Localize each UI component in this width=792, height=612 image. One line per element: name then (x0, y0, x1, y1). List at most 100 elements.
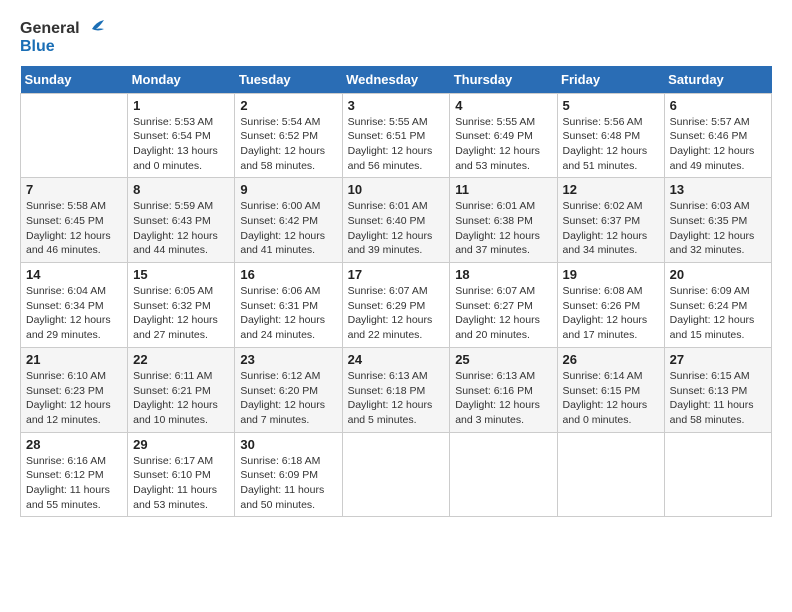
calendar-week-1: 1Sunrise: 5:53 AM Sunset: 6:54 PM Daylig… (21, 93, 772, 178)
calendar-cell (664, 432, 771, 517)
day-info: Sunrise: 6:12 AM Sunset: 6:20 PM Dayligh… (240, 369, 336, 428)
calendar-cell: 24Sunrise: 6:13 AM Sunset: 6:18 PM Dayli… (342, 347, 450, 432)
day-info: Sunrise: 6:17 AM Sunset: 6:10 PM Dayligh… (133, 454, 229, 513)
day-info: Sunrise: 6:07 AM Sunset: 6:27 PM Dayligh… (455, 284, 551, 343)
calendar-cell: 1Sunrise: 5:53 AM Sunset: 6:54 PM Daylig… (128, 93, 235, 178)
logo-text-general: General (20, 20, 80, 38)
day-number: 3 (348, 98, 445, 113)
day-info: Sunrise: 6:13 AM Sunset: 6:16 PM Dayligh… (455, 369, 551, 428)
day-info: Sunrise: 6:06 AM Sunset: 6:31 PM Dayligh… (240, 284, 336, 343)
day-number: 1 (133, 98, 229, 113)
calendar-cell: 23 Sunrise: 6:12 AM Sunset: 6:20 PM Dayli… (235, 347, 342, 432)
day-info: Sunrise: 6:02 AM Sunset: 6:37 PM Dayligh… (563, 199, 659, 258)
calendar-cell: 9Sunrise: 6:00 AM Sunset: 6:42 PM Daylig… (235, 178, 342, 263)
day-info: Sunrise: 6:15 AM Sunset: 6:13 PM Dayligh… (670, 369, 766, 428)
calendar-cell: 11Sunrise: 6:01 AM Sunset: 6:38 PM Dayli… (450, 178, 557, 263)
column-header-friday: Friday (557, 66, 664, 94)
day-number: 20 (670, 267, 766, 282)
day-info: Sunrise: 6:01 AM Sunset: 6:40 PM Dayligh… (348, 199, 445, 258)
day-info: Sunrise: 6:14 AM Sunset: 6:15 PM Dayligh… (563, 369, 659, 428)
calendar-cell (557, 432, 664, 517)
day-number: 7 (26, 182, 122, 197)
calendar-cell: 19 Sunrise: 6:08 AM Sunset: 6:26 PM Dayli… (557, 263, 664, 348)
calendar-cell: 4 Sunrise: 5:55 AM Sunset: 6:49 PM Daylig… (450, 93, 557, 178)
day-number: 17 (348, 267, 445, 282)
day-number: 4 (455, 98, 551, 113)
calendar-cell: 20 Sunrise: 6:09 AM Sunset: 6:24 PM Dayli… (664, 263, 771, 348)
day-info: Sunrise: 6:09 AM Sunset: 6:24 PM Dayligh… (670, 284, 766, 343)
day-number: 6 (670, 98, 766, 113)
day-info: Sunrise: 6:05 AM Sunset: 6:32 PM Dayligh… (133, 284, 229, 343)
calendar-cell: 28 Sunrise: 6:16 AM Sunset: 6:12 PM Dayli… (21, 432, 128, 517)
calendar-cell: 21 Sunrise: 6:10 AM Sunset: 6:23 PM Dayli… (21, 347, 128, 432)
calendar-week-5: 28 Sunrise: 6:16 AM Sunset: 6:12 PM Dayli… (21, 432, 772, 517)
day-info: Sunrise: 5:59 AM Sunset: 6:43 PM Dayligh… (133, 199, 229, 258)
calendar-cell (450, 432, 557, 517)
day-info: Sunrise: 6:16 AM Sunset: 6:12 PM Dayligh… (26, 454, 122, 513)
day-number: 15 (133, 267, 229, 282)
calendar-table: SundayMondayTuesdayWednesdayThursdayFrid… (20, 66, 772, 518)
day-info: Sunrise: 5:55 AM Sunset: 6:49 PM Dayligh… (455, 115, 551, 174)
day-info: Sunrise: 6:07 AM Sunset: 6:29 PM Dayligh… (348, 284, 445, 343)
day-info: Sunrise: 6:10 AM Sunset: 6:23 PM Dayligh… (26, 369, 122, 428)
calendar-cell: 14Sunrise: 6:04 AM Sunset: 6:34 PM Dayli… (21, 263, 128, 348)
calendar-cell: 22Sunrise: 6:11 AM Sunset: 6:21 PM Dayli… (128, 347, 235, 432)
column-header-monday: Monday (128, 66, 235, 94)
calendar-cell: 12 Sunrise: 6:02 AM Sunset: 6:37 PM Dayli… (557, 178, 664, 263)
day-number: 26 (563, 352, 659, 367)
day-info: Sunrise: 6:00 AM Sunset: 6:42 PM Dayligh… (240, 199, 336, 258)
calendar-cell: 26 Sunrise: 6:14 AM Sunset: 6:15 PM Dayli… (557, 347, 664, 432)
calendar-cell: 30 Sunrise: 6:18 AM Sunset: 6:09 PM Dayli… (235, 432, 342, 517)
calendar-week-3: 14Sunrise: 6:04 AM Sunset: 6:34 PM Dayli… (21, 263, 772, 348)
day-number: 19 (563, 267, 659, 282)
day-number: 10 (348, 182, 445, 197)
day-number: 22 (133, 352, 229, 367)
day-info: Sunrise: 6:18 AM Sunset: 6:09 PM Dayligh… (240, 454, 336, 513)
column-header-saturday: Saturday (664, 66, 771, 94)
day-info: Sunrise: 5:54 AM Sunset: 6:52 PM Dayligh… (240, 115, 336, 174)
day-info: Sunrise: 5:56 AM Sunset: 6:48 PM Dayligh… (563, 115, 659, 174)
day-number: 5 (563, 98, 659, 113)
calendar-week-4: 21 Sunrise: 6:10 AM Sunset: 6:23 PM Dayli… (21, 347, 772, 432)
logo-bird-icon (82, 20, 104, 38)
day-info: Sunrise: 6:08 AM Sunset: 6:26 PM Dayligh… (563, 284, 659, 343)
calendar-cell (21, 93, 128, 178)
day-info: Sunrise: 6:01 AM Sunset: 6:38 PM Dayligh… (455, 199, 551, 258)
calendar-cell: 25 Sunrise: 6:13 AM Sunset: 6:16 PM Dayli… (450, 347, 557, 432)
column-header-sunday: Sunday (21, 66, 128, 94)
day-number: 8 (133, 182, 229, 197)
calendar-cell: 7 Sunrise: 5:58 AM Sunset: 6:45 PM Daylig… (21, 178, 128, 263)
calendar-cell: 13 Sunrise: 6:03 AM Sunset: 6:35 PM Dayli… (664, 178, 771, 263)
calendar-cell: 15 Sunrise: 6:05 AM Sunset: 6:32 PM Dayli… (128, 263, 235, 348)
calendar-cell: 16 Sunrise: 6:06 AM Sunset: 6:31 PM Dayli… (235, 263, 342, 348)
day-number: 12 (563, 182, 659, 197)
day-number: 16 (240, 267, 336, 282)
column-header-tuesday: Tuesday (235, 66, 342, 94)
day-info: Sunrise: 6:03 AM Sunset: 6:35 PM Dayligh… (670, 199, 766, 258)
calendar-cell: 10 Sunrise: 6:01 AM Sunset: 6:40 PM Dayli… (342, 178, 450, 263)
calendar-cell: 17 Sunrise: 6:07 AM Sunset: 6:29 PM Dayli… (342, 263, 450, 348)
day-info: Sunrise: 5:58 AM Sunset: 6:45 PM Dayligh… (26, 199, 122, 258)
calendar-cell: 18 Sunrise: 6:07 AM Sunset: 6:27 PM Dayli… (450, 263, 557, 348)
calendar-header-row: SundayMondayTuesdayWednesdayThursdayFrid… (21, 66, 772, 94)
page-header: General Blue (20, 20, 772, 56)
day-number: 28 (26, 437, 122, 452)
day-number: 14 (26, 267, 122, 282)
day-number: 27 (670, 352, 766, 367)
logo: General Blue (20, 20, 104, 56)
column-header-thursday: Thursday (450, 66, 557, 94)
day-number: 18 (455, 267, 551, 282)
calendar-cell (342, 432, 450, 517)
day-number: 2 (240, 98, 336, 113)
day-number: 21 (26, 352, 122, 367)
logo-text-blue: Blue (20, 38, 55, 56)
day-number: 23 (240, 352, 336, 367)
day-number: 29 (133, 437, 229, 452)
day-number: 30 (240, 437, 336, 452)
calendar-cell: 6Sunrise: 5:57 AM Sunset: 6:46 PM Daylig… (664, 93, 771, 178)
calendar-cell: 5 Sunrise: 5:56 AM Sunset: 6:48 PM Daylig… (557, 93, 664, 178)
day-number: 13 (670, 182, 766, 197)
day-number: 25 (455, 352, 551, 367)
column-header-wednesday: Wednesday (342, 66, 450, 94)
calendar-cell: 8 Sunrise: 5:59 AM Sunset: 6:43 PM Daylig… (128, 178, 235, 263)
